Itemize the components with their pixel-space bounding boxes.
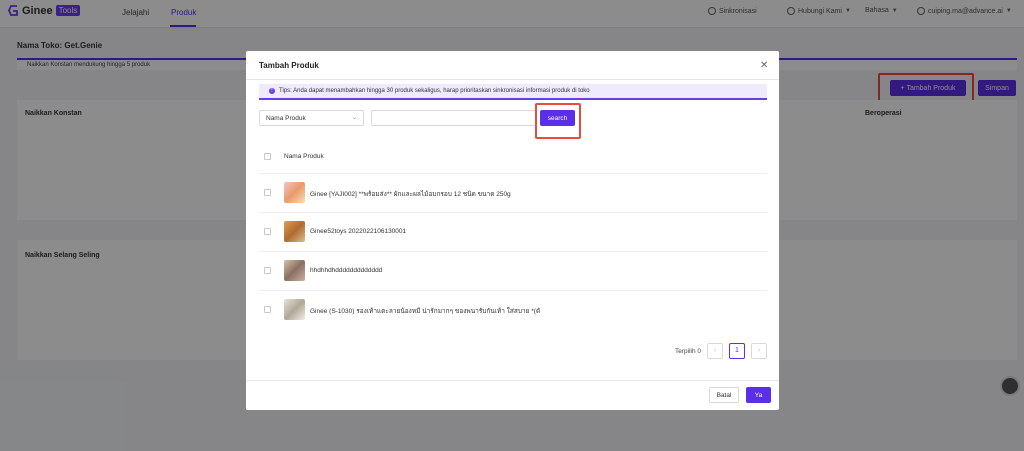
row-checkbox[interactable] (264, 267, 271, 274)
product-name: Ginee (S-1030) รองเท้าแตะลายน้องหมี น่าร… (310, 308, 541, 315)
row-checkbox[interactable] (264, 228, 271, 235)
table-header: Nama Produk (259, 147, 767, 167)
product-name: hhdhhdhddddddddddddd (310, 267, 383, 274)
search-field-select[interactable]: Nama Produk ⌄ (259, 110, 364, 126)
tips-banner: ! Tips: Anda dapat menambahkan hingga 30… (259, 84, 767, 100)
product-thumbnail (284, 221, 305, 242)
table-row: Ginee [YAJI002] **พร้อมส่ง** ผักและผลไม้… (259, 173, 767, 211)
selected-count: Terpilih 0 (675, 348, 702, 355)
product-thumbnail (284, 260, 305, 281)
select-all-checkbox[interactable] (264, 153, 271, 160)
table-row: Ginee52toys 2022022106130001 (259, 212, 767, 250)
column-header-name: Nama Produk (284, 153, 324, 160)
add-product-modal: Tambah Produk ✕ ! Tips: Anda dapat menam… (246, 51, 779, 410)
chevron-down-icon: ⌄ (351, 115, 357, 121)
select-value: Nama Produk (266, 115, 306, 122)
product-thumbnail (284, 182, 305, 203)
cancel-button[interactable]: Batal (709, 387, 739, 403)
highlight-box (535, 103, 581, 139)
table-row: hhdhhdhddddddddddddd (259, 251, 767, 289)
divider (246, 79, 779, 80)
row-checkbox[interactable] (264, 306, 271, 313)
table-row: Ginee (S-1030) รองเท้าแตะลายน้องหมี น่าร… (259, 290, 767, 328)
info-icon: ! (269, 88, 275, 94)
modal-title: Tambah Produk (259, 61, 319, 70)
divider (246, 380, 779, 381)
page-number-button[interactable]: 1 (729, 343, 745, 359)
search-input[interactable] (371, 110, 536, 126)
product-thumbnail (284, 299, 305, 320)
prev-page-button[interactable]: ‹ (707, 343, 723, 359)
close-icon[interactable]: ✕ (760, 60, 768, 71)
product-name: Ginee [YAJI002] **พร้อมส่ง** ผักและผลไม้… (310, 191, 511, 198)
product-name: Ginee52toys 2022022106130001 (310, 228, 407, 235)
tips-text: Tips: Anda dapat menambahkan hingga 30 p… (279, 88, 590, 94)
row-checkbox[interactable] (264, 189, 271, 196)
next-page-button[interactable]: › (751, 343, 767, 359)
confirm-button[interactable]: Ya (746, 387, 771, 403)
